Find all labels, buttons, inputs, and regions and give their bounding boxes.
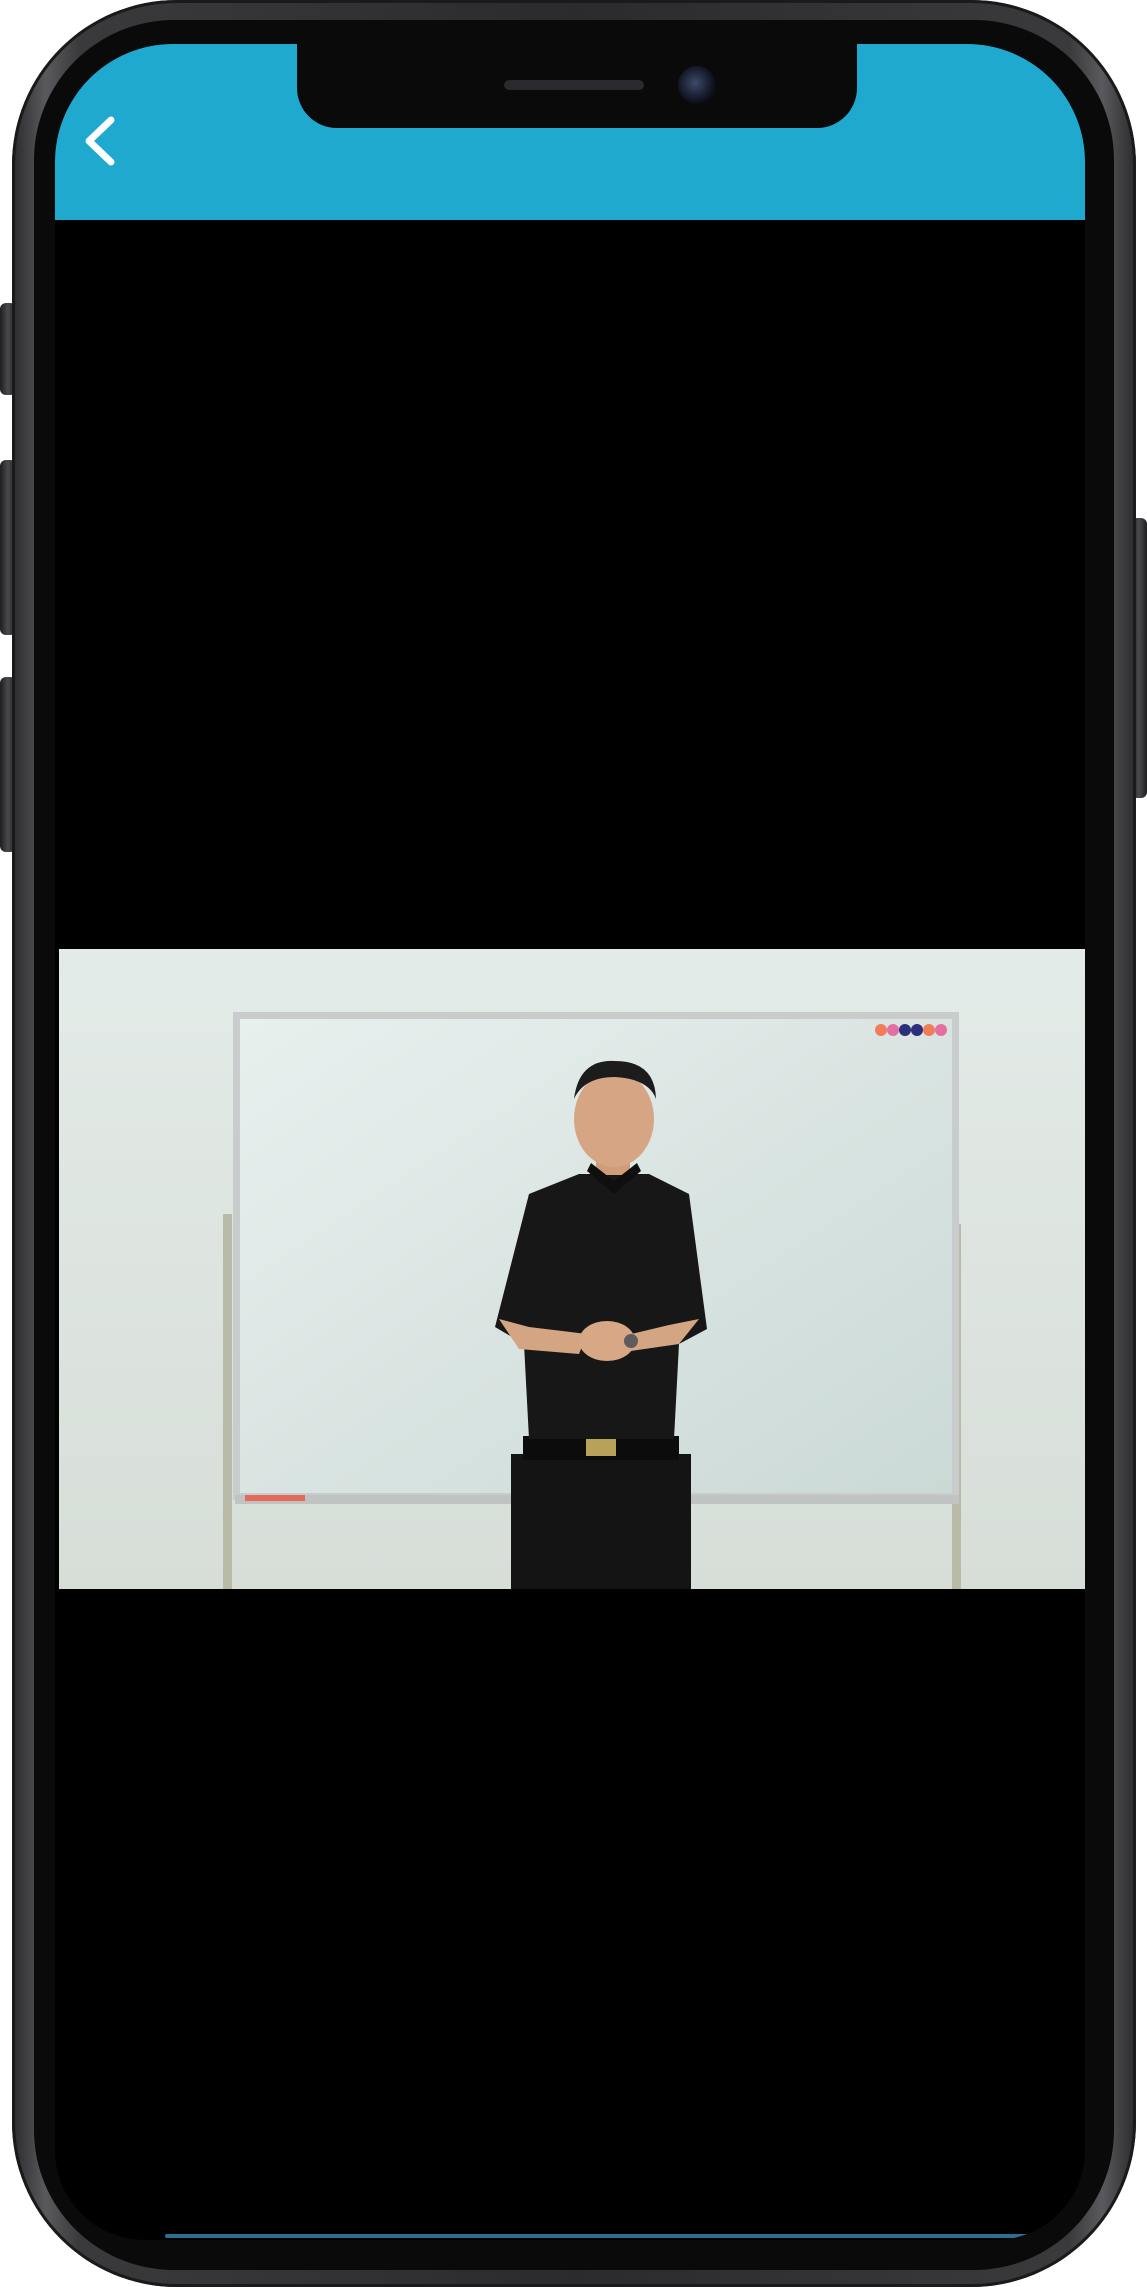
chevron-left-icon xyxy=(85,116,115,166)
video-frame xyxy=(59,949,1085,1589)
phone-mockup xyxy=(0,0,1147,2287)
home-indicator xyxy=(165,2234,1065,2238)
app-screen xyxy=(55,44,1085,2240)
notch xyxy=(297,20,857,128)
earpiece-speaker xyxy=(504,80,644,90)
back-button[interactable] xyxy=(69,106,139,176)
video-player[interactable] xyxy=(59,949,1085,1589)
front-camera-icon xyxy=(678,66,716,104)
